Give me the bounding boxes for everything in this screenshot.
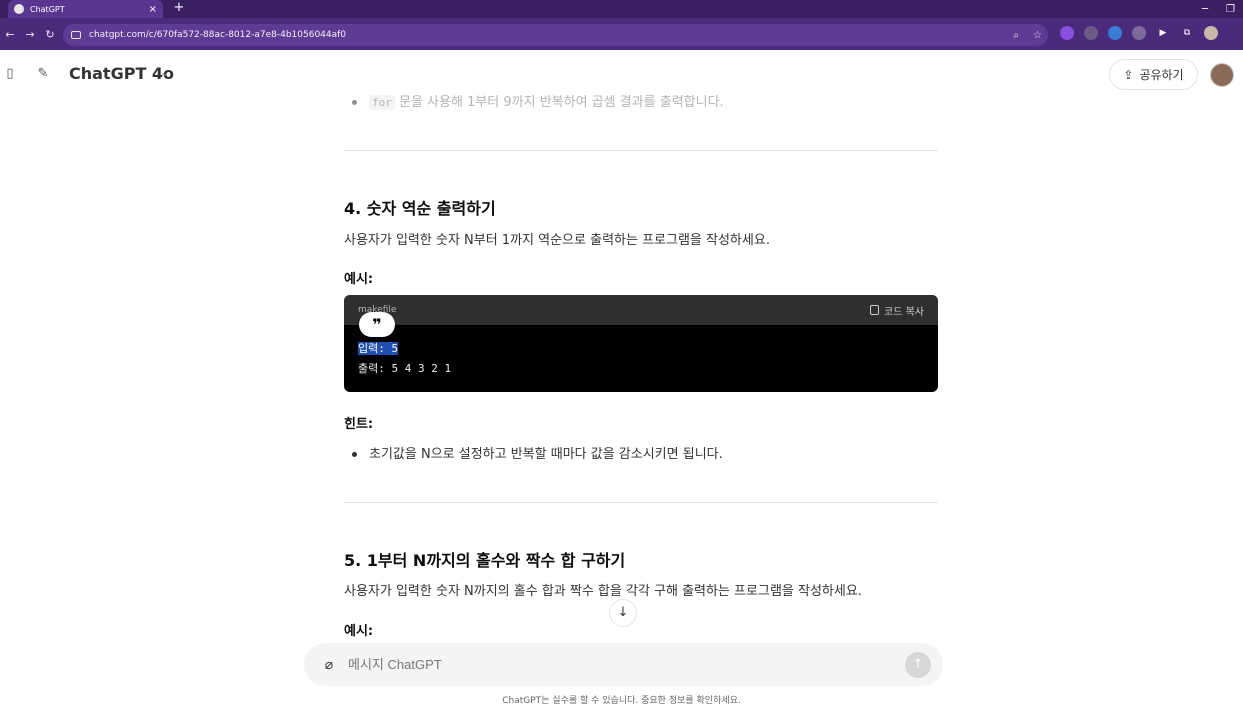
section-4-example-label: 예시: — [344, 272, 374, 287]
forward-icon[interactable]: → — [20, 28, 40, 41]
chatgpt-favicon-icon — [14, 4, 24, 14]
reload-icon[interactable]: ↻ — [40, 28, 60, 41]
list-item: for 문을 사용해 1부터 9까지 반복하여 곱셈 결과를 출력합니다. — [352, 91, 724, 110]
scroll-to-bottom-button[interactable]: ↓ — [609, 599, 637, 627]
url-text[interactable]: chatgpt.com/c/670fa572-88ac-8012-a7e8-4b… — [89, 30, 346, 40]
section-4-description: 사용자가 입력한 숫자 N부터 1까지 역순으로 출력하는 프로그램을 작성하세… — [344, 233, 770, 248]
chevron-down-icon[interactable]: ⌄ — [160, 66, 169, 79]
section-5-example-label: 예시: — [344, 624, 374, 639]
sidebar-toggle-icon[interactable]: ▯ — [1, 66, 19, 82]
message-composer: ⌀ ↑ — [304, 643, 943, 686]
extensions-bar: ▶ ⧉ — [1060, 26, 1218, 40]
section-5-title: 5. 1부터 N까지의 홀수와 짝수 합 구하기 — [344, 551, 626, 570]
divider — [344, 150, 938, 151]
disclaimer: ChatGPT는 실수를 할 수 있습니다. 중요한 정보를 확인하세요. — [502, 696, 741, 706]
back-icon[interactable]: ← — [0, 28, 20, 41]
inline-code: for — [369, 95, 395, 110]
code-block: makefile 코드 복사 입력: 5 출력: 5 4 3 2 1 — [344, 295, 938, 392]
bookmark-star-icon[interactable]: ☆ — [1033, 30, 1042, 41]
share-button[interactable]: ⇪ 공유하기 — [1109, 59, 1198, 90]
copy-label: 코드 복사 — [884, 306, 924, 318]
tab-close-icon[interactable]: × — [149, 4, 157, 15]
new-chat-icon[interactable]: ✎ — [34, 66, 52, 82]
message-input[interactable] — [348, 657, 905, 672]
model-selector[interactable]: ChatGPT 4o — [69, 64, 174, 83]
tab-strip — [0, 0, 1243, 18]
section-4-title: 4. 숫자 역순 출력하기 — [344, 199, 496, 218]
copy-code-button[interactable]: 코드 복사 — [870, 303, 924, 318]
copy-icon — [870, 305, 880, 315]
site-info-icon[interactable] — [71, 31, 81, 39]
code-block-header: makefile 코드 복사 — [344, 295, 938, 325]
send-button[interactable]: ↑ — [905, 651, 931, 678]
hint-text: 초기값을 N으로 설정하고 반복할 때마다 값을 감소시키면 됩니다. — [369, 447, 723, 462]
divider — [344, 502, 938, 503]
extension-1-icon[interactable] — [1060, 26, 1074, 40]
bullet-dot — [352, 100, 357, 105]
quote-reply-button[interactable]: ❞ — [359, 312, 395, 337]
profile-avatar-icon[interactable] — [1204, 26, 1218, 40]
bullet-text: 문을 사용해 1부터 9까지 반복하여 곱셈 결과를 출력합니다. — [394, 95, 724, 110]
user-avatar[interactable] — [1210, 63, 1234, 87]
code-line-1[interactable]: 입력: 5 — [358, 339, 924, 359]
new-tab-button[interactable]: + — [172, 0, 186, 18]
code-line-2[interactable]: 출력: 5 4 3 2 1 — [358, 359, 924, 379]
extension-4-icon[interactable] — [1132, 26, 1146, 40]
selected-text[interactable]: 입력: 5 — [358, 342, 399, 355]
section-4-hint-label: 힌트: — [344, 417, 374, 432]
minimize-icon[interactable]: ─ — [1202, 4, 1208, 15]
window-controls: ─ ❐ — [1202, 0, 1235, 18]
bullet-dot — [352, 452, 357, 457]
tab-title: ChatGPT — [30, 4, 65, 14]
zoom-icon[interactable]: ⌕ — [1013, 30, 1019, 41]
tab-chatgpt[interactable]: ChatGPT × — [8, 0, 163, 18]
puzzle-extensions-icon[interactable]: ⧉ — [1180, 26, 1194, 40]
code-body[interactable]: 입력: 5 출력: 5 4 3 2 1 — [344, 325, 938, 392]
share-label: 공유하기 — [1139, 68, 1184, 82]
section-5-description: 사용자가 입력한 숫자 N까지의 홀수 합과 짝수 합을 각각 구해 출력하는 … — [344, 584, 862, 599]
address-bar[interactable]: chatgpt.com/c/670fa572-88ac-8012-a7e8-4b… — [63, 24, 1048, 46]
list-item: 초기값을 N으로 설정하고 반복할 때마다 값을 감소시키면 됩니다. — [352, 443, 723, 462]
media-play-icon[interactable]: ▶ — [1156, 26, 1170, 40]
restore-icon[interactable]: ❐ — [1226, 4, 1235, 15]
upload-icon: ⇪ — [1123, 67, 1134, 82]
paperclip-icon[interactable]: ⌀ — [320, 657, 338, 673]
extension-3-icon[interactable] — [1108, 26, 1122, 40]
extension-2-icon[interactable] — [1084, 26, 1098, 40]
